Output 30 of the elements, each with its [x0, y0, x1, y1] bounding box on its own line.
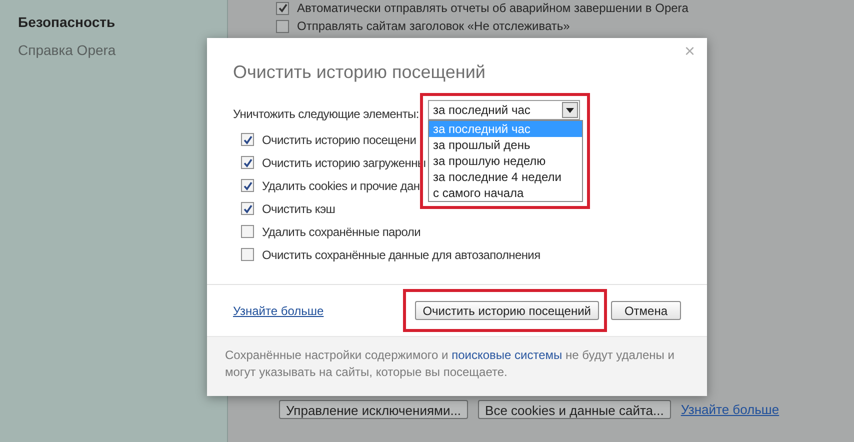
checkbox-label: Очистить историю посещени: [262, 132, 416, 148]
dropdown-option[interactable]: за прошлую неделю: [429, 153, 582, 169]
dropdown-option[interactable]: за прошлый день: [429, 137, 582, 153]
checkbox[interactable]: [276, 2, 289, 14]
footer-note: Сохранённые настройки содержимого и поисковые системы не будут удалены и могут указывать на сайты, которые вы посещаете.: [225, 347, 676, 381]
dialog-title: Очистить историю посещений: [233, 61, 486, 84]
range-label: Уничтожить следующие элементы:: [233, 106, 419, 122]
search-engines-link[interactable]: поисковые системы: [452, 348, 562, 362]
checkbox-label: Удалить cookies и прочие дан: [262, 178, 420, 194]
cancel-button[interactable]: Отмена: [611, 301, 681, 320]
option-label: Отправлять сайтам заголовок «Не отслеживать»: [297, 18, 570, 35]
checkbox[interactable]: [241, 179, 254, 192]
checkbox[interactable]: [241, 156, 254, 169]
settings-button[interactable]: Все cookies и данные сайта...: [478, 400, 671, 419]
sidebar-item[interactable]: Безопасность: [0, 8, 227, 36]
checkbox[interactable]: [241, 133, 254, 146]
option-label: Автоматически отправлять отчеты об аварийном завершении в Opera: [297, 0, 688, 17]
checkbox-label: Очистить сохранённые данные для автозаполнения: [262, 246, 540, 264]
dropdown-option[interactable]: с самого начала: [429, 185, 582, 201]
checkbox[interactable]: [241, 225, 254, 238]
checkbox[interactable]: [276, 20, 289, 32]
learn-more-link[interactable]: Узнайте больше: [233, 302, 324, 320]
checkbox[interactable]: [241, 248, 254, 261]
clear-history-button[interactable]: Очистить историю посещений: [414, 301, 599, 320]
checkbox[interactable]: [241, 202, 254, 215]
range-dropdown[interactable]: за последний час: [428, 100, 580, 120]
settings-button[interactable]: Управление исключениями...: [279, 400, 468, 419]
dropdown-option[interactable]: за последние 4 недели: [429, 169, 582, 185]
checkbox-label: Очистить кэш: [262, 200, 336, 218]
checkbox-label: Удалить сохранённые пароли: [262, 224, 421, 240]
